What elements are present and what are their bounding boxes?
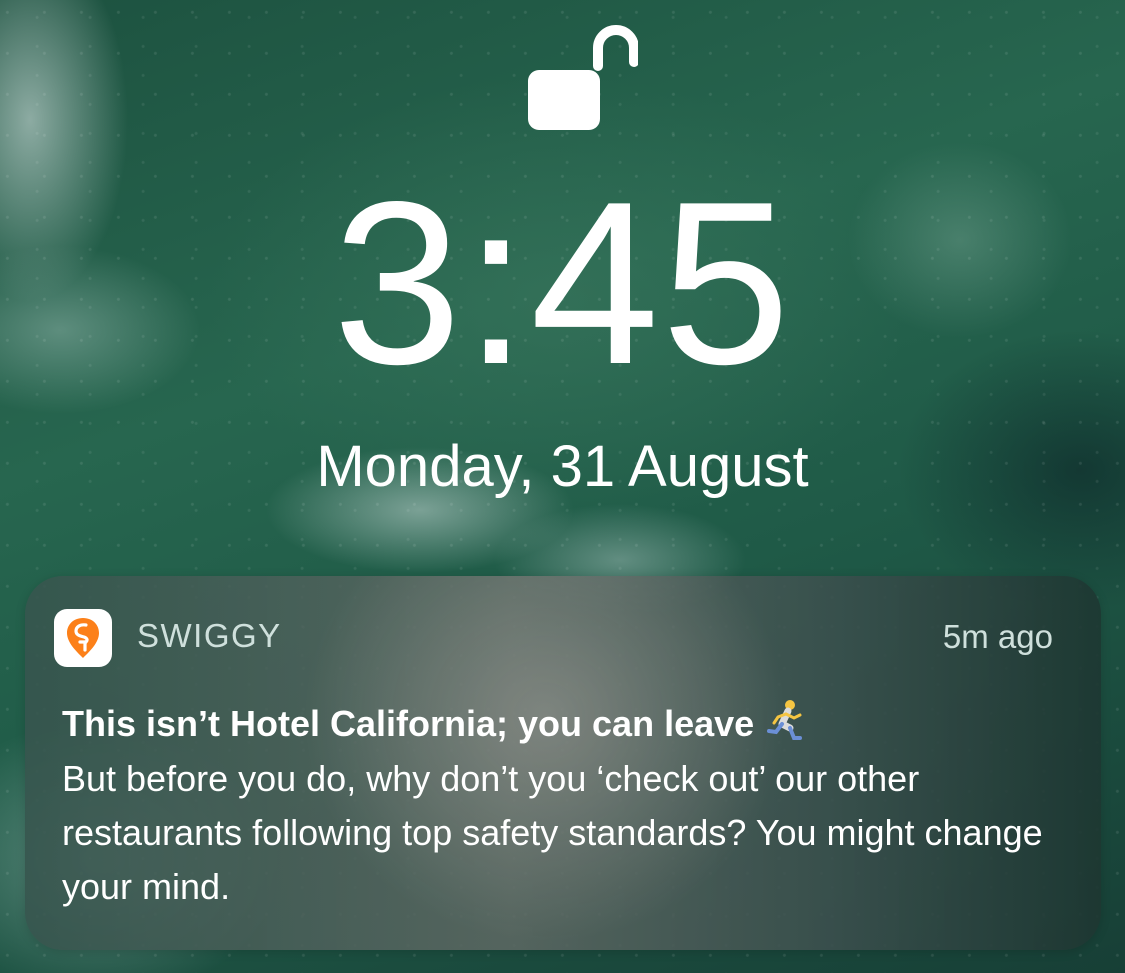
lock-screen-date: Monday, 31 August <box>316 434 809 499</box>
unlocked-padlock-icon <box>526 22 639 134</box>
notification-card[interactable]: SWIGGY 5m ago This isn’t Hotel Californi… <box>25 576 1101 950</box>
running-man-emoji-icon <box>764 698 808 742</box>
lock-screen-time: 3:45 <box>332 154 793 413</box>
swiggy-logo-icon <box>54 609 112 667</box>
notification-title-text: This isn’t Hotel California; you can lea… <box>62 703 755 744</box>
notification-body: But before you do, why don’t you ‘check … <box>62 758 1043 907</box>
notification-app-name: SWIGGY <box>137 617 282 654</box>
notification-timestamp: 5m ago <box>942 618 1053 655</box>
notification-title: This isn’t Hotel California; you can lea… <box>62 698 808 746</box>
